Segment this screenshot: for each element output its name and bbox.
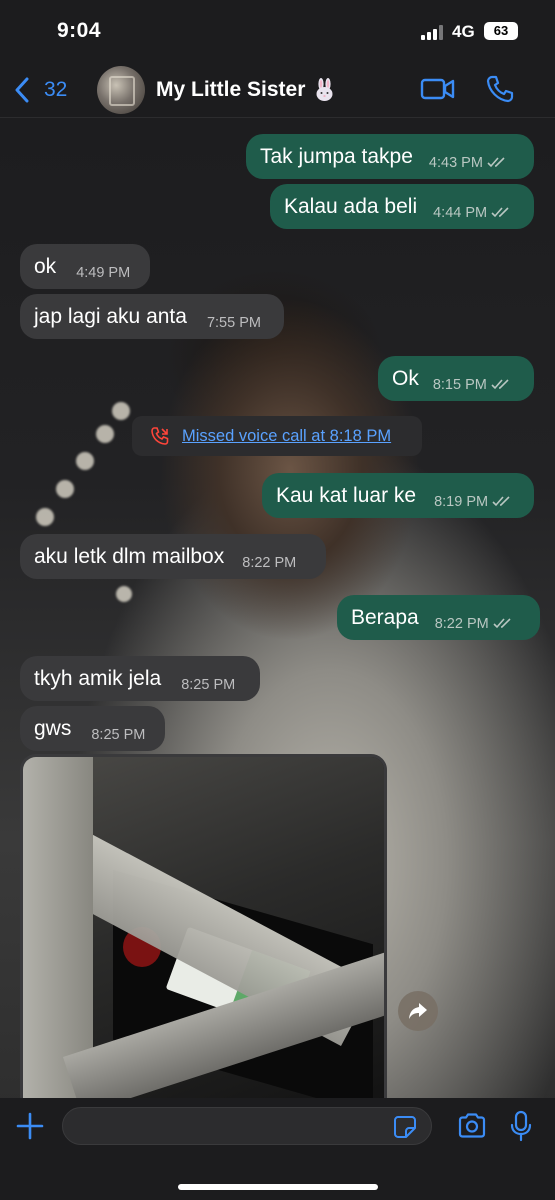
wallpaper-light [112,402,130,420]
plus-icon[interactable] [16,1112,44,1140]
message-time: 8:22 PM [242,554,297,571]
wallpaper-light [96,425,114,443]
contact-name: My Little Sister [156,78,306,101]
chevron-left-icon [15,77,29,103]
message-time: 8:25 PM [181,676,236,693]
message-bubble-incoming[interactable]: aku letk dlm mailbox 8:22 PM [20,534,326,579]
message-bubble-outgoing[interactable]: Kau kat luar ke 8:19 PM [262,473,534,518]
message-text: Berapa [351,605,419,629]
missed-call-text: Missed voice call at 8:18 PM [182,426,392,445]
message-bubble-incoming[interactable]: gws 8:25 PM [20,706,165,751]
message-text: Kalau ada beli [284,194,418,218]
message-text: aku letk dlm mailbox [34,544,225,568]
double-check-icon [492,496,510,507]
message-input-bar [0,1098,555,1200]
message-text: Kau kat luar ke [276,483,417,507]
missed-call-icon [151,427,169,445]
forward-button[interactable] [398,991,438,1031]
double-check-icon [491,207,509,218]
status-time: 9:04 [57,19,102,42]
message-text: Tak jumpa takpe [260,144,413,168]
forward-icon [409,1003,427,1019]
image-message[interactable] [20,754,387,1114]
message-bubble-outgoing[interactable]: Berapa 8:22 PM [337,595,540,640]
message-time: 8:22 PM [434,615,489,632]
bunny-icon [316,78,333,101]
wallpaper-light [36,508,54,526]
message-time: 7:55 PM [206,314,261,331]
back-button[interactable]: 32 [14,72,67,108]
message-text: tkyh amik jela [34,666,162,690]
chat-header: 32 My Little Sister [0,62,555,118]
wallpaper-light [116,586,132,602]
message-bubble-outgoing[interactable]: Ok 8:15 PM [378,356,534,401]
camera-icon[interactable] [457,1112,487,1140]
message-input[interactable] [62,1107,432,1145]
double-check-icon [493,618,511,629]
video-call-button[interactable] [420,75,456,103]
missed-call-notice[interactable]: Missed voice call at 8:18 PM [132,416,422,456]
unread-count: 32 [44,78,68,101]
message-bubble-incoming[interactable]: jap lagi aku anta 7:55 PM [20,294,284,339]
wallpaper-light [76,452,94,470]
message-time: 8:15 PM [432,376,487,393]
message-time: 8:25 PM [91,726,146,743]
sticker-icon[interactable] [393,1115,417,1139]
voice-call-button[interactable] [485,74,515,104]
message-text: Ok [392,366,419,390]
message-bubble-outgoing[interactable]: Tak jumpa takpe 4:43 PM [246,134,534,179]
message-time: 4:49 PM [76,264,131,281]
message-bubble-incoming[interactable]: ok 4:49 PM [20,244,150,289]
home-indicator [178,1184,378,1190]
message-bubble-outgoing[interactable]: Kalau ada beli 4:44 PM [270,184,534,229]
avatar[interactable] [97,66,145,114]
network-type: 4G [452,22,475,41]
status-bar: 9:04 4G 63 [0,0,555,62]
microphone-icon[interactable] [510,1110,532,1142]
contact-name-button[interactable]: My Little Sister [156,78,337,102]
message-text: jap lagi aku anta [34,304,187,328]
signal-strength-icon [421,25,445,40]
double-check-icon [491,379,509,390]
message-time: 8:19 PM [434,493,489,510]
message-text: gws [34,716,72,740]
message-bubble-incoming[interactable]: tkyh amik jela 8:25 PM [20,656,260,701]
battery-indicator: 63 [484,22,518,40]
double-check-icon [487,157,505,168]
message-time: 4:43 PM [428,154,483,171]
message-time: 4:44 PM [433,204,488,221]
message-text: ok [34,254,57,278]
wallpaper-light [56,480,74,498]
